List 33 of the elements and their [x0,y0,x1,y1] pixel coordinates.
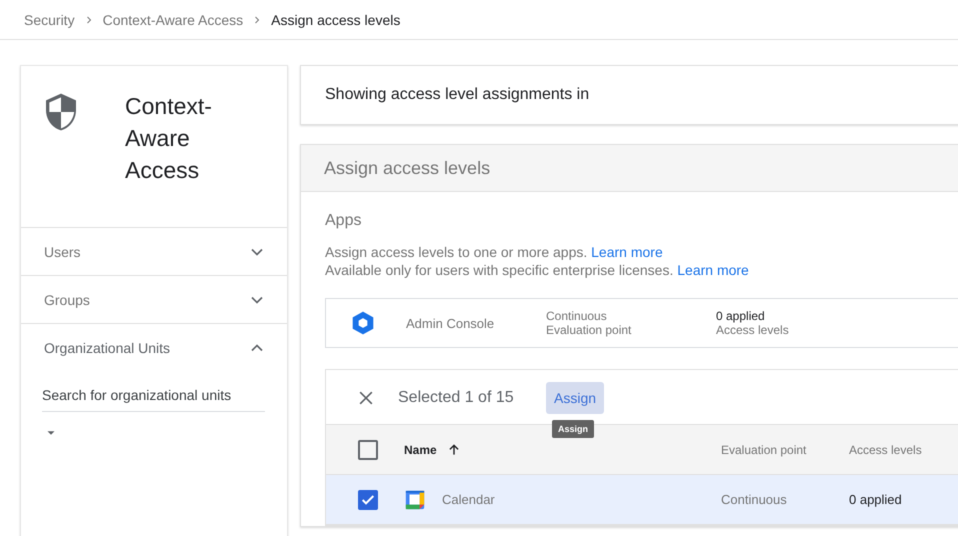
card-text: Showing access level assignments in [325,86,590,104]
accordion-header[interactable]: Groups [21,276,287,323]
table-row[interactable]: Calendar Continuous 0 applied [326,474,958,525]
learn-more-link[interactable]: Learn more [591,244,663,260]
column-header[interactable]: Name [404,442,437,456]
calendar-icon [404,488,426,510]
description-text: Assign access levels to one or more apps. Learn more [325,243,664,261]
evaluation-label: Evaluation point [546,323,632,337]
checkbox[interactable] [358,490,378,510]
accordion-header[interactable]: Users [21,228,287,275]
panel-title: Assign access levels [324,158,490,178]
assign-button[interactable]: Assign [546,382,604,414]
hexagon-icon [350,310,376,336]
arrow-up-icon [446,442,461,456]
table-cell: 0 applied [849,492,902,507]
description-text: Available only for users with specific enterprise licenses. Learn more [325,261,750,279]
section-title: Apps [325,212,362,230]
column-header[interactable]: Evaluation point [721,442,806,456]
accordion-header[interactable]: Organizational Units [21,324,287,371]
levels-value: 0 applied [716,309,766,323]
learn-more-link[interactable]: Learn more [677,262,749,278]
levels-label: Access levels [716,323,790,337]
breadcrumb-link[interactable]: Context-Aware Access [102,12,244,28]
app-name: Admin Console [406,316,496,330]
column-header[interactable]: Access levels [849,442,922,456]
sidebar-title: Context-Aware Access [125,92,213,185]
app-name: Calendar [442,492,495,507]
table-cell: Continuous [721,492,787,507]
checkbox[interactable] [358,440,378,460]
tooltip: Assign [552,420,594,438]
evaluation-value: Continuous [546,309,608,323]
breadcrumb-link[interactable]: Security [24,12,75,28]
selection-count: Selected 1 of 15 [398,388,515,406]
